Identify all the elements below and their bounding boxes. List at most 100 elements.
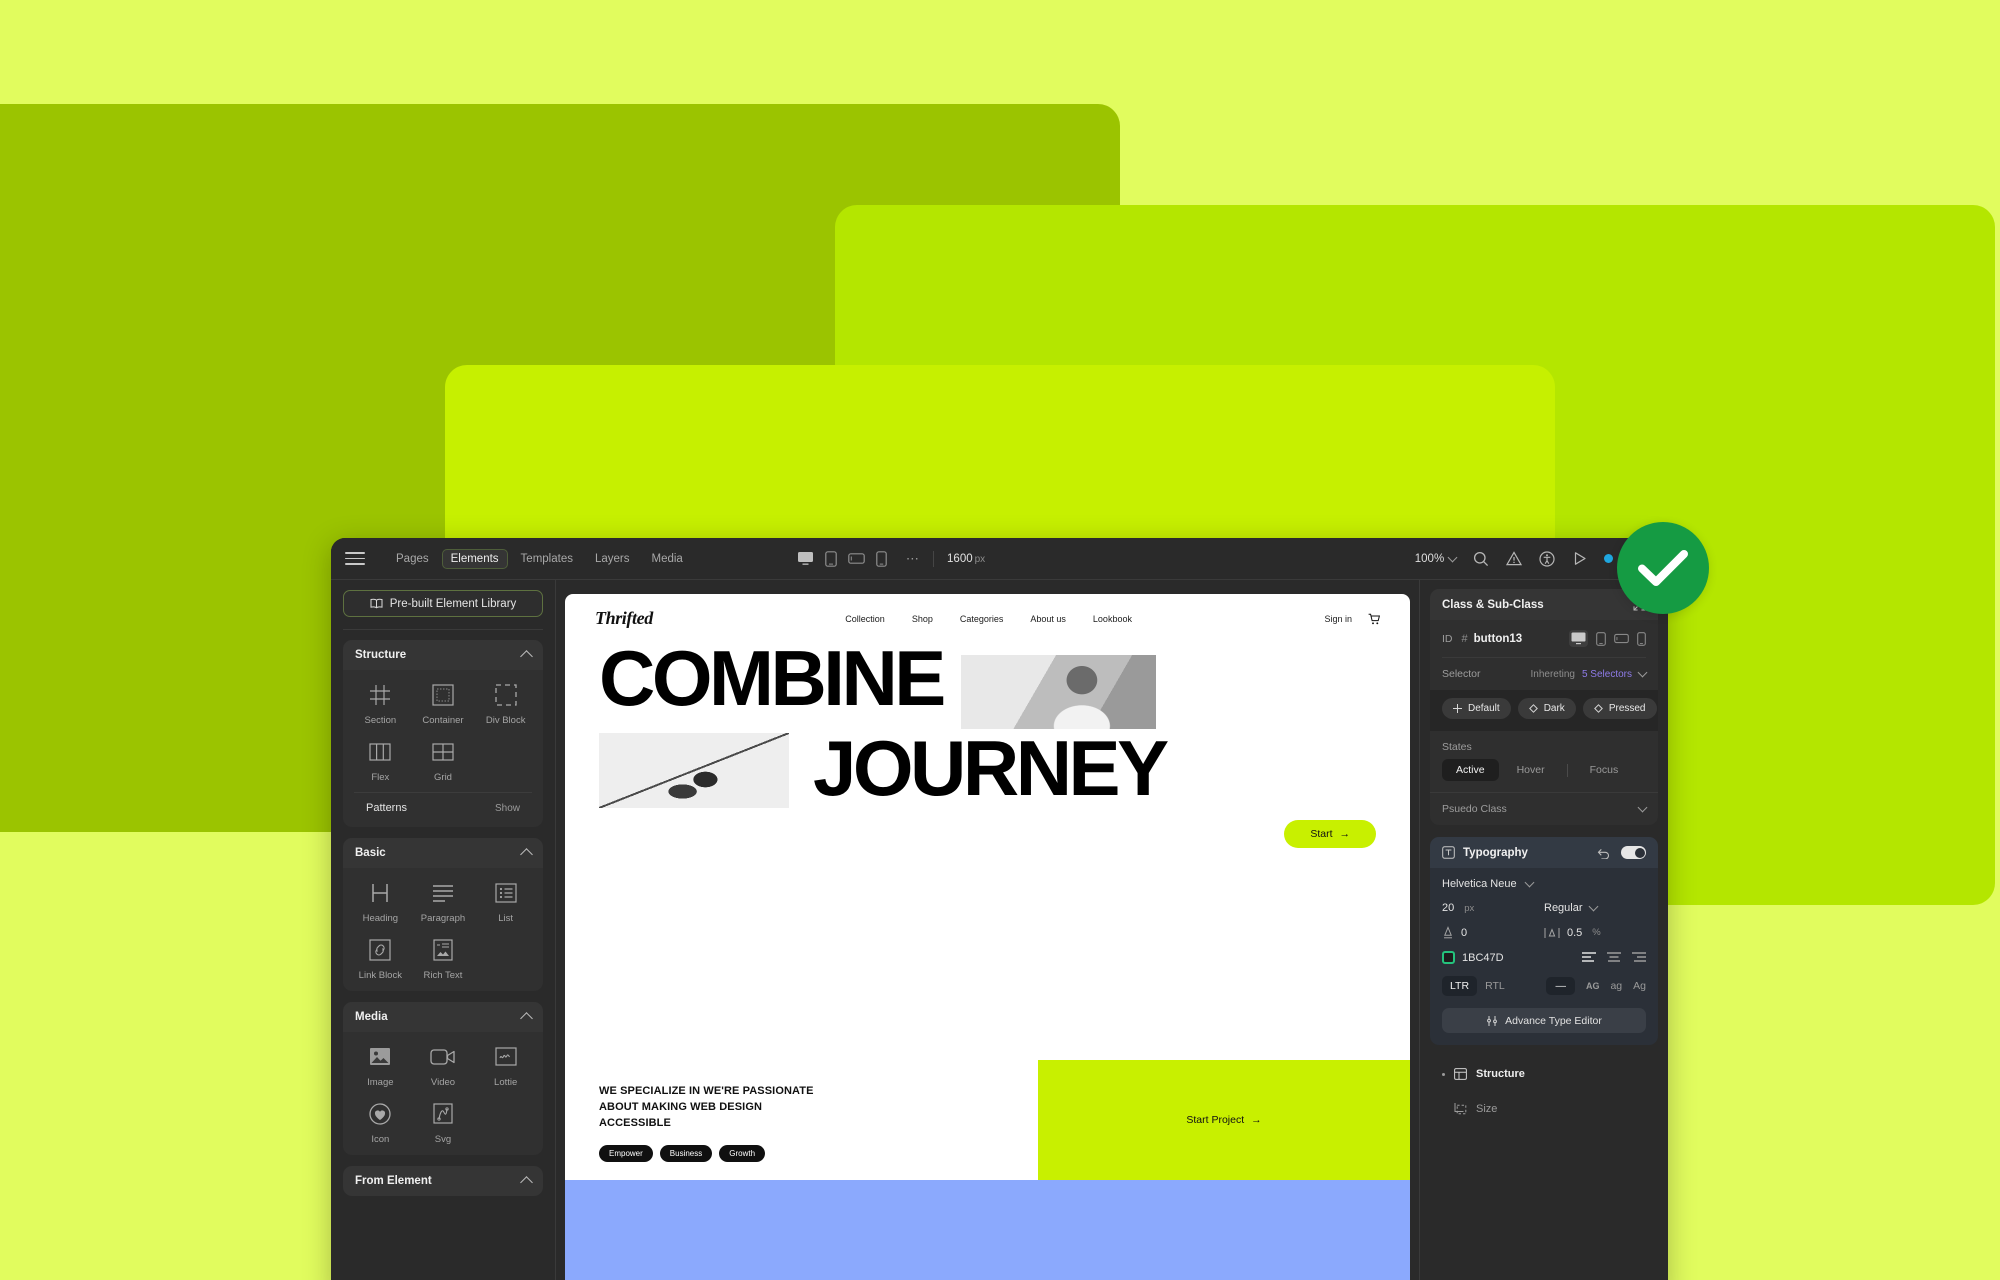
selector-count-link[interactable]: 5 Selectors xyxy=(1582,669,1632,680)
cart-icon[interactable] xyxy=(1368,613,1380,625)
site-link-shop[interactable]: Shop xyxy=(912,614,933,624)
state-active[interactable]: Active xyxy=(1442,759,1499,781)
element-paragraph[interactable]: Paragraph xyxy=(412,880,475,924)
font-size-field[interactable]: 20 px xyxy=(1442,902,1544,914)
text-color-hex[interactable]: 1BC47D xyxy=(1462,952,1504,964)
group-basic-header[interactable]: Basic xyxy=(343,838,543,868)
blue-section-band[interactable] xyxy=(565,1180,1410,1280)
tablet-landscape-icon[interactable] xyxy=(1614,633,1629,644)
id-label: ID xyxy=(1442,632,1453,645)
align-right-icon[interactable] xyxy=(1632,952,1646,963)
line-height-field[interactable]: 0 xyxy=(1442,926,1544,939)
element-lottie[interactable]: Lottie xyxy=(474,1044,537,1088)
search-icon[interactable] xyxy=(1473,551,1489,567)
element-link-block[interactable]: Link Block xyxy=(349,937,412,981)
portrait-photo[interactable] xyxy=(960,655,1156,729)
element-container[interactable]: Container xyxy=(412,682,475,726)
preview-play-icon[interactable] xyxy=(1572,551,1587,566)
letter-spacing-field[interactable]: 0.5 % xyxy=(1544,927,1646,939)
hamburger-icon[interactable] xyxy=(345,552,365,565)
element-icon[interactable]: Icon xyxy=(349,1101,412,1145)
element-svg[interactable]: Svg xyxy=(412,1101,475,1145)
size-section-row[interactable]: Size xyxy=(1430,1091,1658,1126)
element-div-block[interactable]: Div Block xyxy=(474,682,537,726)
tag-growth[interactable]: Growth xyxy=(719,1145,766,1162)
undo-icon[interactable] xyxy=(1597,847,1610,859)
tab-elements[interactable]: Elements xyxy=(441,548,508,569)
size-icon xyxy=(1454,1102,1467,1115)
text-color-swatch[interactable] xyxy=(1442,951,1455,964)
tag-empower[interactable]: Empower xyxy=(599,1145,653,1162)
advance-type-editor-button[interactable]: Advance Type Editor xyxy=(1442,1008,1646,1033)
line-height-icon xyxy=(1442,926,1454,939)
text-case-capitalize[interactable]: Ag xyxy=(1633,980,1646,992)
element-label: Rich Text xyxy=(423,970,463,981)
align-left-icon[interactable] xyxy=(1582,952,1596,963)
start-project-panel[interactable]: Start Project → xyxy=(1038,1060,1410,1180)
chip-pressed[interactable]: Pressed xyxy=(1582,698,1657,719)
element-rich-text[interactable]: Rich Text xyxy=(412,937,475,981)
tab-media[interactable]: Media xyxy=(643,549,692,569)
site-link-collection[interactable]: Collection xyxy=(845,614,885,624)
state-hover[interactable]: Hover xyxy=(1503,759,1559,781)
text-case-none[interactable]: — xyxy=(1546,977,1575,995)
tag-business[interactable]: Business xyxy=(659,1145,713,1162)
tab-pages[interactable]: Pages xyxy=(387,549,438,569)
structure-section-row[interactable]: Structure xyxy=(1430,1057,1658,1091)
design-canvas[interactable]: Thrifted Collection Shop Categories Abou… xyxy=(556,580,1419,1280)
typography-title: Typography xyxy=(1463,846,1528,859)
tablet-portrait-icon[interactable] xyxy=(1596,631,1606,646)
chip-default[interactable]: Default xyxy=(1442,698,1511,719)
sign-in-link[interactable]: Sign in xyxy=(1324,614,1352,624)
site-logo[interactable]: Thrifted xyxy=(595,608,653,629)
id-value[interactable]: button13 xyxy=(1474,633,1523,645)
typography-toggle[interactable] xyxy=(1621,846,1646,859)
start-project-link[interactable]: Start Project → xyxy=(1186,1114,1261,1126)
element-flex[interactable]: Flex xyxy=(349,739,412,783)
prebuilt-element-library-button[interactable]: Pre-built Element Library xyxy=(343,590,543,617)
hero-heading-line-2[interactable]: JOURNEY xyxy=(813,729,1169,807)
direction-rtl[interactable]: RTL xyxy=(1477,976,1513,996)
canvas-width-field[interactable]: 1600 px xyxy=(947,553,985,565)
ellipsis-icon[interactable]: ⋯ xyxy=(906,551,920,567)
element-list[interactable]: List xyxy=(474,880,537,924)
site-link-lookbook[interactable]: Lookbook xyxy=(1093,614,1132,624)
state-focus[interactable]: Focus xyxy=(1576,759,1633,781)
tab-templates[interactable]: Templates xyxy=(512,549,582,569)
hero-heading-line-1[interactable]: COMBINE xyxy=(599,639,946,717)
group-media-header[interactable]: Media xyxy=(343,1002,543,1032)
tab-layers[interactable]: Layers xyxy=(586,549,639,569)
pseudo-class-row[interactable]: Psuedo Class xyxy=(1430,792,1658,825)
group-structure-header[interactable]: Structure xyxy=(343,640,543,670)
element-label: Grid xyxy=(434,772,452,783)
hanging-shoes-photo[interactable] xyxy=(599,733,789,808)
font-family-row[interactable]: Helvetica Neue xyxy=(1442,877,1646,890)
element-image[interactable]: Image xyxy=(349,1044,412,1088)
align-center-icon[interactable] xyxy=(1607,952,1621,963)
element-grid[interactable]: Grid xyxy=(412,739,475,783)
font-weight-field[interactable]: Regular xyxy=(1544,901,1646,914)
element-video[interactable]: Video xyxy=(412,1044,475,1088)
tablet-portrait-icon[interactable] xyxy=(825,550,837,567)
site-link-categories[interactable]: Categories xyxy=(960,614,1004,624)
text-case-uppercase[interactable]: AG xyxy=(1586,981,1600,991)
text-case-lowercase[interactable]: ag xyxy=(1610,980,1622,992)
element-heading[interactable]: Heading xyxy=(349,880,412,924)
element-label: Lottie xyxy=(494,1077,518,1088)
chevron-down-icon[interactable] xyxy=(1637,667,1648,678)
group-from-element-header[interactable]: From Element xyxy=(343,1166,543,1196)
patterns-show-link[interactable]: Show xyxy=(495,803,520,814)
chip-dark[interactable]: Dark xyxy=(1517,698,1576,719)
desktop-icon[interactable] xyxy=(797,551,814,566)
start-button[interactable]: Start → xyxy=(1284,820,1376,848)
tablet-landscape-icon[interactable] xyxy=(848,552,865,565)
warning-icon[interactable] xyxy=(1506,551,1523,566)
mobile-icon[interactable] xyxy=(1637,631,1646,646)
accessibility-icon[interactable] xyxy=(1539,550,1555,567)
element-section[interactable]: Section xyxy=(349,682,412,726)
zoom-control[interactable]: 100% xyxy=(1415,552,1458,565)
mobile-icon[interactable] xyxy=(876,550,887,567)
desktop-icon[interactable] xyxy=(1569,630,1588,647)
direction-ltr[interactable]: LTR xyxy=(1442,976,1478,996)
site-link-about-us[interactable]: About us xyxy=(1030,614,1066,624)
